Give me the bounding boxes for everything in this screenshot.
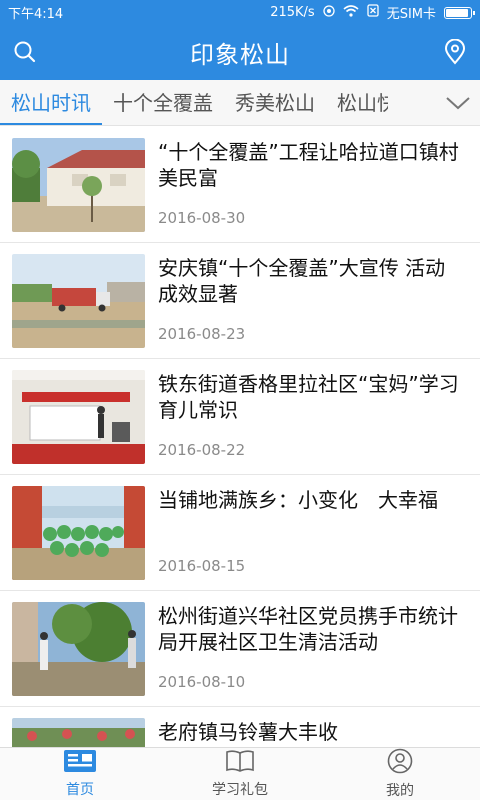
- article-thumbnail: [12, 486, 145, 580]
- article-thumbnail: [12, 718, 145, 747]
- article-date: 2016-08-22: [158, 441, 246, 459]
- list-item[interactable]: 铁东街道香格里拉社区“宝妈”学习育儿常识 2016-08-22: [0, 359, 480, 475]
- location-pin-icon[interactable]: [440, 37, 470, 67]
- tab-ten-coverage[interactable]: 十个全覆盖: [102, 80, 224, 125]
- article-date: 2016-08-15: [158, 557, 246, 575]
- list-item[interactable]: 安庆镇“十个全覆盖”大宣传 活动成效显著 2016-08-23: [0, 243, 480, 359]
- article-thumbnail: [12, 602, 145, 696]
- page-title: 印象松山: [190, 41, 290, 69]
- article-title: “十个全覆盖”工程让哈拉道口镇村美民富: [158, 140, 459, 190]
- app-header: 印象松山: [0, 25, 480, 80]
- tab-beautiful-songshan[interactable]: 秀美松山: [224, 80, 326, 125]
- article-title: 铁东街道香格里拉社区“宝妈”学习育儿常识: [158, 372, 459, 422]
- user-icon: [387, 748, 413, 780]
- tab-songshan-news[interactable]: 松山时讯: [0, 80, 102, 125]
- nav-study-pack-label: 学习礼包: [212, 782, 268, 798]
- sim-status: 无SIM卡: [386, 7, 436, 22]
- chevron-down-icon[interactable]: [436, 80, 480, 125]
- nav-home[interactable]: 首页: [0, 748, 160, 800]
- nav-mine-label: 我的: [386, 783, 414, 799]
- article-date: 2016-08-30: [158, 209, 246, 227]
- article-list: “十个全覆盖”工程让哈拉道口镇村美民富 2016-08-30 安庆镇“十个全覆盖…: [0, 127, 480, 747]
- article-title: 当铺地满族乡：小变化 大幸福: [158, 488, 438, 512]
- bottom-navigation: 首页 学习礼包 我的: [0, 747, 480, 800]
- list-item[interactable]: 当铺地满族乡：小变化 大幸福 2016-08-15: [0, 475, 480, 591]
- article-title: 安庆镇“十个全覆盖”大宣传 活动成效显著: [158, 256, 446, 306]
- article-thumbnail: [12, 370, 145, 464]
- network-speed: 215K/s: [270, 5, 315, 20]
- article-thumbnail: [12, 254, 145, 348]
- article-title: 松州街道兴华社区党员携手市统计局开展社区卫生清洁活动: [158, 604, 458, 654]
- article-thumbnail: [12, 138, 145, 232]
- list-item[interactable]: 松州街道兴华社区党员携手市统计局开展社区卫生清洁活动 2016-08-10: [0, 591, 480, 707]
- news-icon: [63, 749, 97, 779]
- nav-mine[interactable]: 我的: [320, 748, 480, 800]
- article-date: 2016-08-23: [158, 325, 246, 343]
- article-date: 2016-08-10: [158, 673, 246, 691]
- status-time: 下午4:14: [8, 7, 64, 22]
- category-tabs: 松山时讯 十个全覆盖 秀美松山 松山快: [0, 80, 480, 126]
- list-item[interactable]: 老府镇马铃薯大丰收: [0, 707, 480, 747]
- list-item[interactable]: “十个全覆盖”工程让哈拉道口镇村美民富 2016-08-30: [0, 127, 480, 243]
- search-icon[interactable]: [10, 37, 40, 67]
- no-sim-icon: [367, 4, 379, 21]
- battery-icon: [444, 6, 475, 19]
- nfc-icon: [323, 4, 335, 21]
- status-bar: 下午4:14 215K/s 无SIM卡: [0, 0, 480, 25]
- book-icon: [225, 749, 255, 779]
- nav-study-pack[interactable]: 学习礼包: [160, 748, 320, 800]
- nav-home-label: 首页: [66, 782, 94, 798]
- tab-songshan-express[interactable]: 松山快: [326, 80, 388, 125]
- article-title: 老府镇马铃薯大丰收: [158, 720, 338, 744]
- wifi-icon: [343, 4, 359, 21]
